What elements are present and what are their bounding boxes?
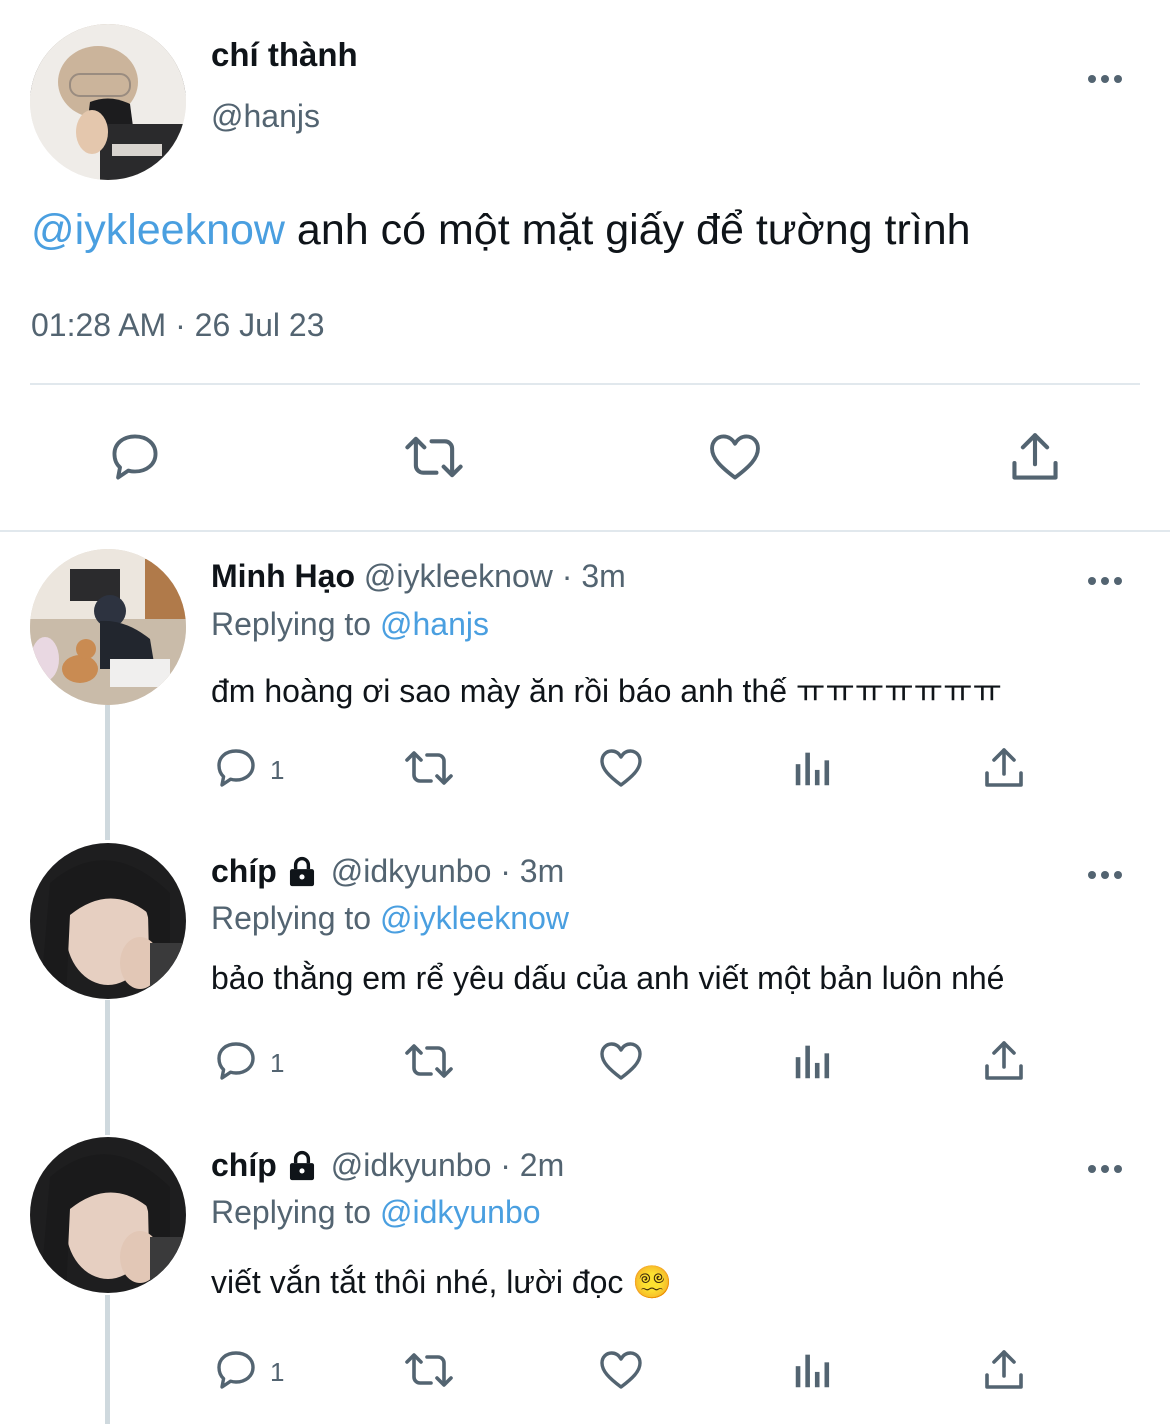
bar-chart-icon[interactable] [790,1346,836,1399]
speech-bubble-icon [212,1037,260,1090]
lock-icon [285,855,319,889]
replying-label: Replying to [211,606,372,642]
speech-bubble-icon [212,1346,260,1399]
author-avatar[interactable] [30,24,186,180]
reply-count: 1 [270,1357,285,1387]
reply-display-name[interactable]: Minh Hạo [211,558,355,594]
reply-header: Minh Hạo @iykleeknow · 3m [211,558,626,595]
retweet-icon[interactable] [401,744,457,797]
speech-bubble-icon[interactable] [106,428,164,491]
replying-to-link[interactable]: @hanjs [380,606,489,642]
heart-icon[interactable] [596,744,646,797]
more-dots-icon[interactable] [1088,572,1122,590]
section-divider [0,530,1170,532]
replying-to: Replying to @idkyunbo [211,1194,541,1231]
reply-text: bảo thằng em rể yêu dấu của anh viết một… [211,960,1005,996]
tweet-timestamp[interactable]: 01:28 AM · 26 Jul 23 [31,307,325,344]
reply-text: viết vắn tắt thôi nhé, lười đọc 😵‍💫 [211,1264,673,1300]
replying-label: Replying to [211,1194,372,1230]
author-handle[interactable]: @hanjs [211,98,320,135]
share-icon[interactable] [980,1037,1028,1090]
bar-chart-icon[interactable] [790,1037,836,1090]
replying-to-link[interactable]: @iykleeknow [380,900,569,936]
replying-to: Replying to @hanjs [211,606,489,643]
retweet-icon[interactable] [401,1037,457,1090]
bar-chart-icon[interactable] [790,744,836,797]
speech-bubble-icon [212,744,260,797]
share-icon[interactable] [1006,428,1064,491]
divider [30,383,1140,385]
reply-display-name[interactable]: chíp [211,1147,277,1184]
reply-display-name[interactable]: chíp [211,853,277,890]
tweet-text: @iykleeknow anh có một mặt giấy để tường… [31,206,971,255]
share-icon[interactable] [980,1346,1028,1399]
author-display-name[interactable]: chí thành [211,36,358,74]
more-dots-icon[interactable] [1088,1160,1122,1178]
reply-action-reply[interactable]: 1 [212,744,284,797]
more-dots-icon[interactable] [1088,866,1122,884]
reply-count: 1 [270,1048,285,1078]
reply-avatar[interactable] [30,1137,186,1293]
heart-icon[interactable] [596,1037,646,1090]
retweet-icon[interactable] [402,428,466,491]
reply-count: 1 [270,755,285,785]
mention-link[interactable]: @iykleeknow [31,206,285,254]
reply-action-reply[interactable]: 1 [212,1346,284,1399]
reply-action-reply[interactable]: 1 [212,1037,284,1090]
reply-header: chíp @idkyunbo · 3m [211,853,564,890]
lock-icon [285,1149,319,1183]
replying-to-link[interactable]: @idkyunbo [380,1194,541,1230]
thread-line [105,1000,110,1135]
reply-text: đm hoàng ơi sao mày ăn rồi báo anh thế ㅠ… [211,673,1002,709]
reply-handle-time[interactable]: @iykleeknow · 3m [364,558,626,594]
reply-avatar[interactable] [30,549,186,705]
tweet-body: anh có một mặt giấy để tường trình [284,206,971,254]
heart-icon[interactable] [705,428,765,491]
reply-header: chíp @idkyunbo · 2m [211,1147,564,1184]
reply-avatar[interactable] [30,843,186,999]
thread-line [105,1295,110,1424]
thread-line [105,705,110,840]
reply-handle-time[interactable]: @idkyunbo · 3m [331,853,564,890]
replying-label: Replying to [211,900,372,936]
retweet-icon[interactable] [401,1346,457,1399]
replying-to: Replying to @iykleeknow [211,900,569,937]
heart-icon[interactable] [596,1346,646,1399]
more-dots-icon[interactable] [1088,70,1122,83]
reply-handle-time[interactable]: @idkyunbo · 2m [331,1147,564,1184]
share-icon[interactable] [980,744,1028,797]
